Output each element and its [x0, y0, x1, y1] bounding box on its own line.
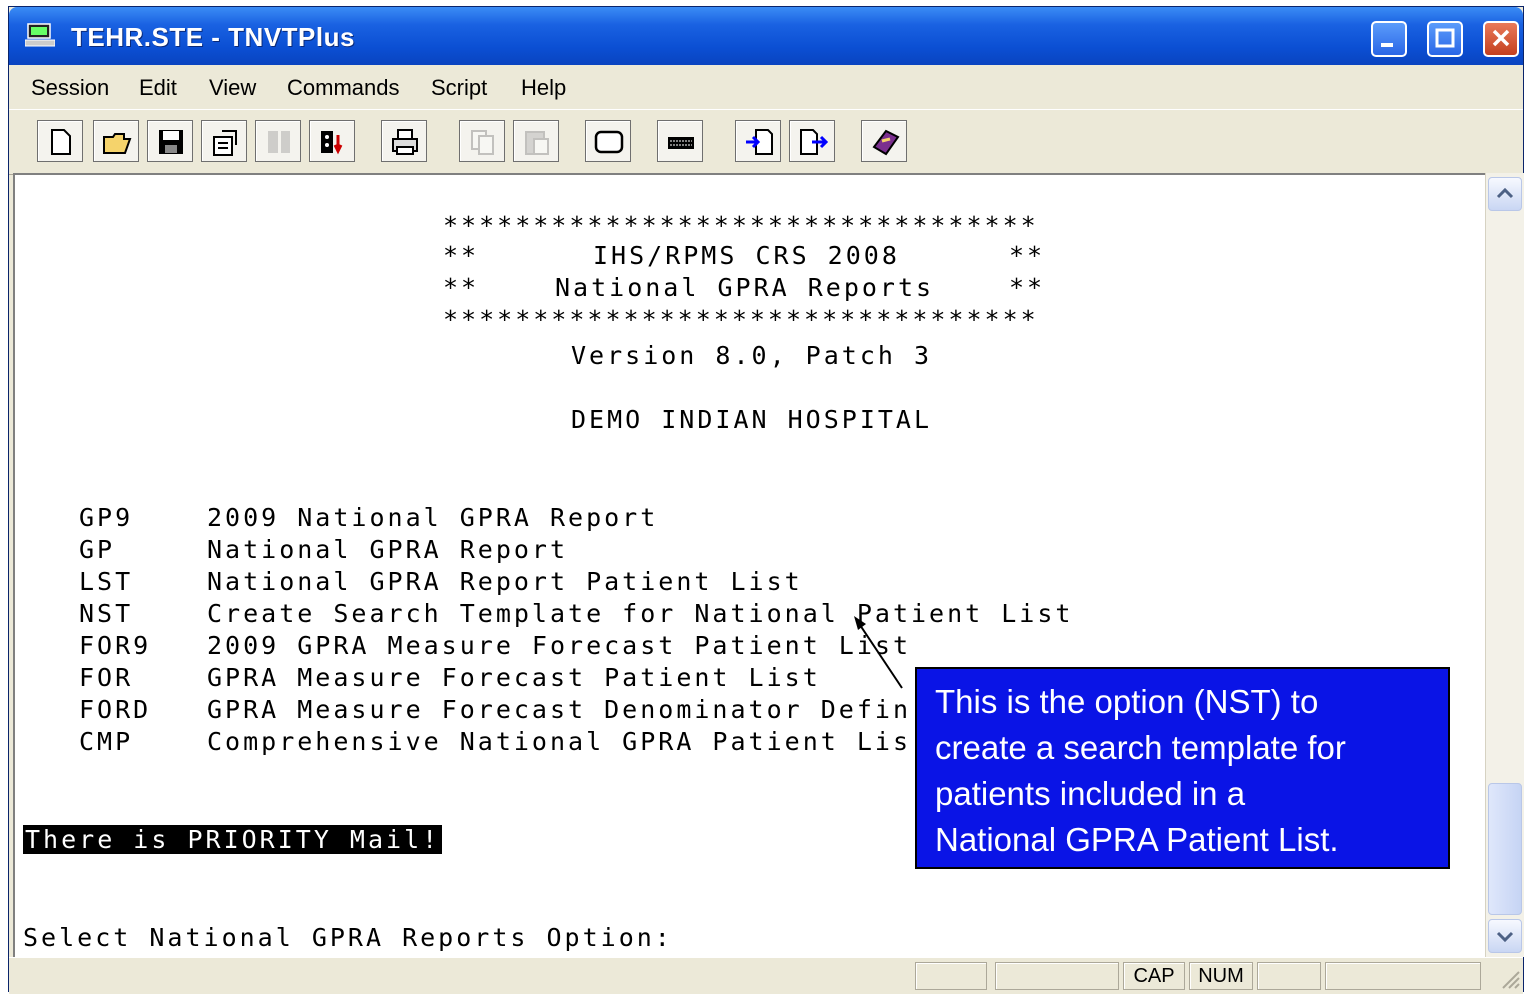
scroll-thumb[interactable]	[1488, 783, 1522, 915]
screen-icon	[594, 130, 624, 154]
callout-line: create a search template for	[935, 729, 1346, 766]
paste-button[interactable]	[513, 120, 559, 162]
properties-button[interactable]	[201, 120, 247, 162]
option-code: FOR9	[79, 631, 152, 660]
help-book-button[interactable]	[861, 120, 907, 162]
facility-name: DEMO INDIAN HOSPITAL	[571, 405, 933, 434]
menu-bar: Session Edit View Commands Script Help	[9, 65, 1523, 109]
banner-line1-left: **	[443, 241, 480, 270]
option-desc: GPRA Measure Forecast Denominator Defin	[207, 695, 911, 724]
menu-commands[interactable]: Commands	[287, 75, 399, 101]
copy-button[interactable]	[459, 120, 505, 162]
new-document-icon	[51, 129, 71, 155]
num-lock-indicator: NUM	[1189, 962, 1253, 990]
properties-icon	[213, 130, 237, 156]
vertical-scrollbar[interactable]	[1485, 173, 1524, 957]
send-file-icon	[800, 129, 828, 155]
chevron-down-icon	[1496, 931, 1514, 943]
title-bar[interactable]: TEHR.STE - TNVTPlus	[9, 7, 1523, 65]
banner-line1-right: **	[1009, 241, 1046, 270]
caps-lock-indicator: CAP	[1123, 962, 1185, 990]
option-code: GP9	[79, 503, 134, 532]
resize-grip-icon[interactable]	[1497, 966, 1521, 990]
keymap-button[interactable]	[309, 120, 355, 162]
option-code: CMP	[79, 727, 134, 756]
option-desc: National GPRA Report Patient List	[207, 567, 803, 596]
status-panel	[1325, 962, 1481, 990]
banner-top-border: *********************************	[443, 211, 1039, 240]
menu-view[interactable]: View	[209, 75, 256, 101]
status-panel	[995, 962, 1119, 990]
menu-script[interactable]: Script	[431, 75, 487, 101]
sliders-icon	[268, 131, 290, 153]
print-button[interactable]	[381, 120, 427, 162]
copy-icon	[471, 130, 494, 155]
banner-line2-left: **	[443, 273, 480, 302]
keyboard-icon	[668, 137, 694, 149]
option-code: FOR	[79, 663, 134, 692]
banner-title: IHS/RPMS CRS 2008	[593, 241, 900, 270]
send-file-button[interactable]	[789, 120, 835, 162]
settings-button[interactable]	[255, 120, 301, 162]
banner-subtitle: National GPRA Reports	[555, 273, 935, 302]
close-icon	[1492, 29, 1510, 47]
keymap-icon	[321, 131, 343, 155]
callout-line: patients included in a	[935, 775, 1246, 812]
status-bar: CAP NUM	[9, 957, 1523, 994]
option-desc: National GPRA Report	[207, 535, 569, 564]
paste-icon	[525, 131, 549, 155]
receive-file-icon	[746, 129, 773, 155]
priority-mail-notice: There is PRIORITY Mail!	[23, 825, 443, 854]
version-text: Version 8.0, Patch 3	[571, 341, 933, 370]
scroll-down-button[interactable]	[1488, 919, 1522, 953]
option-code: LST	[79, 567, 134, 596]
close-button[interactable]	[1483, 21, 1519, 57]
scroll-up-button[interactable]	[1488, 177, 1522, 211]
screen-button[interactable]	[585, 120, 631, 162]
keyboard-button[interactable]	[657, 120, 703, 162]
option-code: NST	[79, 599, 134, 628]
minimize-button[interactable]	[1371, 21, 1407, 57]
callout-line: This is the option (NST) to	[935, 683, 1319, 720]
menu-help[interactable]: Help	[521, 75, 566, 101]
maximize-icon	[1435, 28, 1455, 48]
save-disk-icon	[159, 130, 183, 154]
new-button[interactable]	[37, 120, 83, 162]
maximize-button[interactable]	[1427, 21, 1463, 57]
window-title: TEHR.STE - TNVTPlus	[71, 22, 355, 52]
option-desc: Create Search Template for National Pati…	[207, 599, 1074, 628]
annotation-callout: This is the option (NST) to create a sea…	[915, 667, 1450, 869]
minimize-icon	[1381, 43, 1393, 47]
printer-icon	[392, 129, 418, 155]
chevron-up-icon	[1496, 187, 1514, 199]
menu-session[interactable]: Session	[31, 75, 109, 101]
option-code: GP	[79, 535, 116, 564]
terminal-app-icon	[24, 23, 56, 47]
option-prompt[interactable]: Select National GPRA Reports Option:	[23, 923, 673, 952]
option-desc: 2009 National GPRA Report	[207, 503, 659, 532]
receive-file-button[interactable]	[735, 120, 781, 162]
toolbar	[9, 109, 1523, 175]
option-code: FORD	[79, 695, 152, 724]
menu-edit[interactable]: Edit	[139, 75, 177, 101]
open-button[interactable]	[93, 120, 139, 162]
option-desc: 2009 GPRA Measure Forecast Patient List	[207, 631, 911, 660]
save-button[interactable]	[147, 120, 193, 162]
callout-line: National GPRA Patient List.	[935, 821, 1339, 858]
status-panel	[915, 962, 987, 990]
book-icon	[872, 129, 900, 156]
open-folder-icon	[103, 133, 132, 154]
option-desc: GPRA Measure Forecast Patient List	[207, 663, 821, 692]
status-panel	[1257, 962, 1321, 990]
banner-line2-right: **	[1009, 273, 1046, 302]
banner-bottom-border: *********************************	[443, 305, 1039, 334]
option-desc: Comprehensive National GPRA Patient Lis	[207, 727, 911, 756]
